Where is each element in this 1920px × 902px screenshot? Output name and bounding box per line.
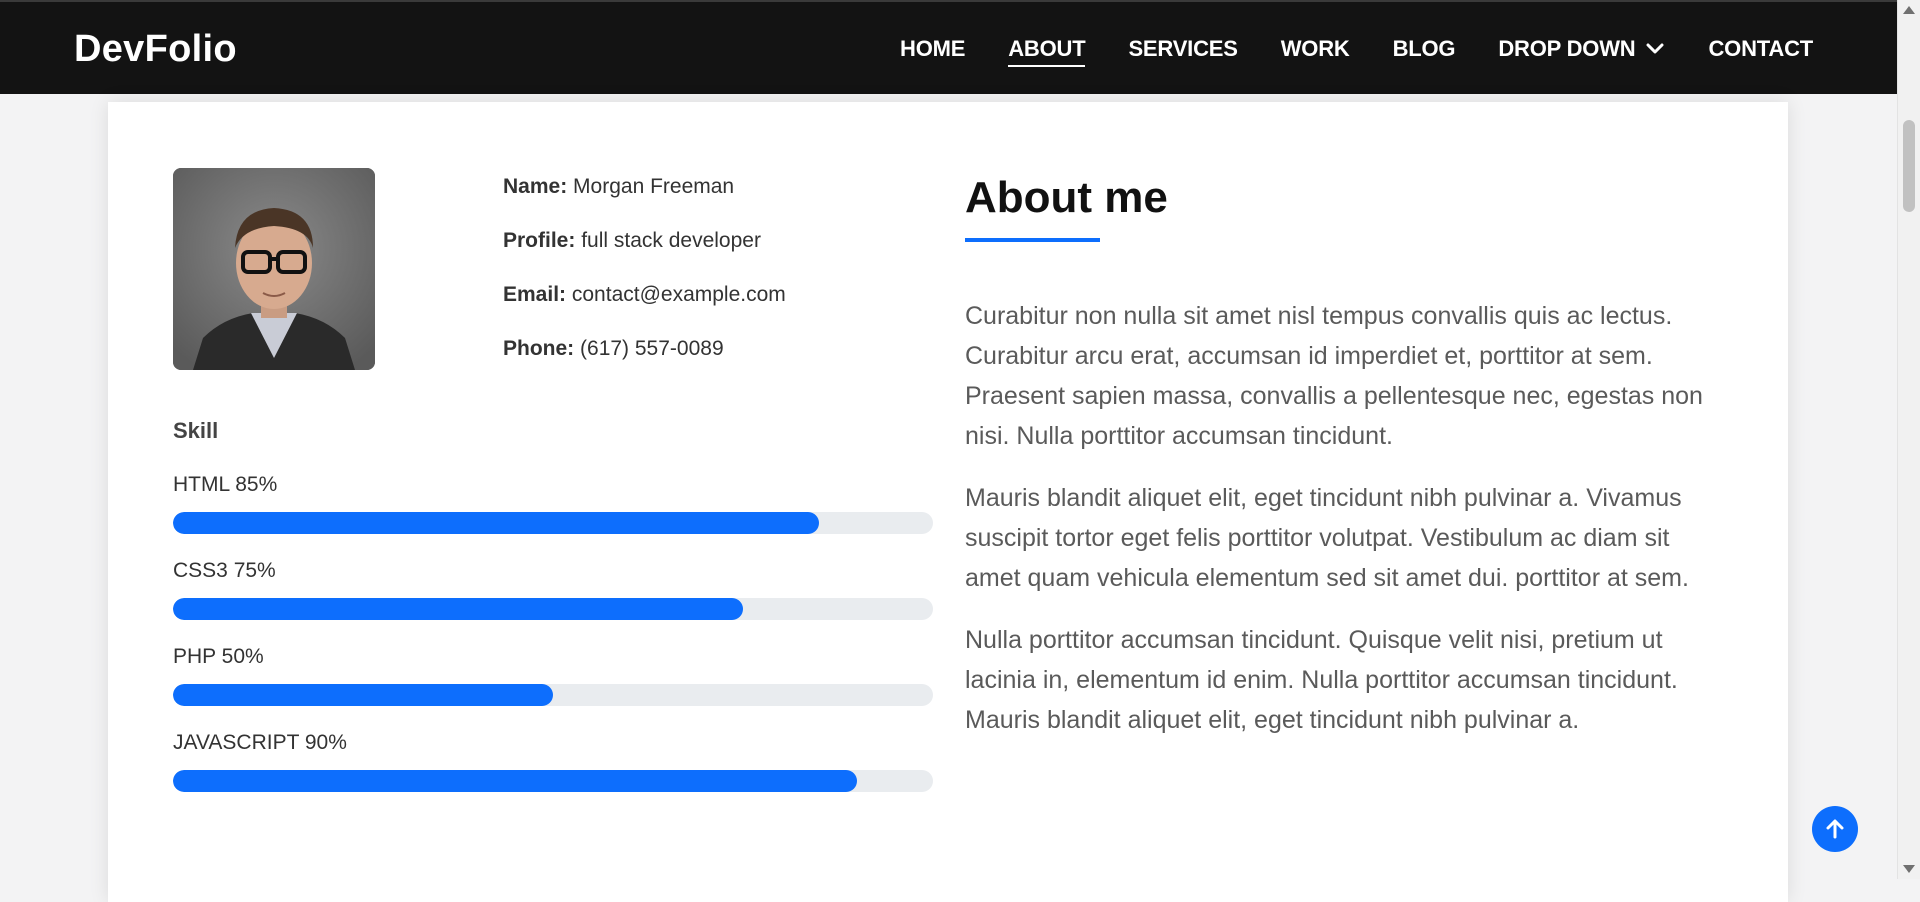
nav-item-contact[interactable]: CONTACT (1708, 36, 1813, 62)
nav-item-home[interactable]: HOME (900, 36, 965, 62)
skill-heading: Skill (173, 418, 219, 443)
skills-list: HTML 85% CSS3 75% PHP 50% JAVASCRIPT 90% (173, 472, 933, 816)
scroll-thumb[interactable] (1903, 120, 1915, 212)
arrow-up-icon (1826, 819, 1844, 839)
progress-fill (173, 512, 819, 534)
about-body: Curabitur non nulla sit amet nisl tempus… (965, 296, 1725, 740)
skill-item: PHP 50% (173, 644, 933, 730)
about-paragraph: Curabitur non nulla sit amet nisl tempus… (965, 302, 1703, 450)
skill-label: PHP 50% (173, 645, 264, 668)
about-card: Name: Morgan Freeman Profile: full stack… (108, 102, 1788, 902)
progress-bar (173, 598, 933, 620)
about-section: About me Curabitur non nulla sit amet ni… (965, 166, 1725, 762)
info-label: Profile: (503, 229, 576, 252)
profile-info: Name: Morgan Freeman Profile: full stack… (503, 172, 786, 388)
brand-logo[interactable]: DevFolio (74, 28, 237, 71)
chevron-down-icon (1646, 43, 1664, 54)
about-paragraph: Nulla porttitor accumsan tincidunt. Quis… (965, 626, 1678, 734)
info-value: contact@example.com (571, 283, 786, 306)
nav-menu: HOME ABOUT SERVICES WORK BLOG DROP DOWN … (900, 36, 1813, 67)
progress-fill (173, 770, 857, 792)
nav-item-label: SERVICES (1128, 36, 1238, 61)
back-to-top-button[interactable] (1812, 806, 1858, 852)
progress-bar (173, 512, 933, 534)
info-label: Phone: (503, 337, 575, 360)
info-value: full stack developer (581, 229, 761, 252)
skill-label: CSS3 75% (173, 559, 276, 582)
info-value: Morgan Freeman (573, 175, 735, 198)
progress-bar (173, 684, 933, 706)
nav-item-label: WORK (1280, 36, 1350, 61)
nav-item-about[interactable]: ABOUT (1008, 36, 1086, 67)
scroll-up-arrow[interactable] (1903, 6, 1915, 14)
nav-item-label: CONTACT (1708, 36, 1813, 61)
skill-item: CSS3 75% (173, 558, 933, 644)
avatar (173, 168, 375, 370)
skill-label: JAVASCRIPT 90% (173, 731, 347, 754)
about-title: About me (965, 173, 1168, 222)
title-underline (965, 238, 1100, 242)
person-photo (173, 168, 375, 370)
skill-item: HTML 85% (173, 472, 933, 558)
progress-fill (173, 684, 553, 706)
page-scrollbar[interactable] (1897, 0, 1920, 879)
nav-item-services[interactable]: SERVICES (1128, 36, 1237, 62)
nav-item-label: ABOUT (1008, 36, 1086, 61)
info-phone: Phone: (617) 557-0089 (503, 334, 786, 363)
info-value: (617) 557-0089 (580, 337, 724, 360)
info-label: Email: (503, 283, 567, 306)
nav-item-label: BLOG (1392, 36, 1456, 61)
about-paragraph: Mauris blandit aliquet elit, eget tincid… (965, 484, 1689, 592)
nav-item-blog[interactable]: BLOG (1393, 36, 1456, 62)
info-name: Name: Morgan Freeman (503, 172, 786, 201)
progress-fill (173, 598, 743, 620)
nav-item-work[interactable]: WORK (1281, 36, 1350, 62)
nav-item-dropdown[interactable]: DROP DOWN (1498, 36, 1665, 62)
nav-item-label: HOME (900, 36, 966, 61)
nav-item-label: DROP DOWN (1498, 36, 1636, 61)
skill-item: JAVASCRIPT 90% (173, 730, 933, 816)
top-navbar: DevFolio HOME ABOUT SERVICES WORK BLOG D… (0, 0, 1898, 94)
info-profile: Profile: full stack developer (503, 226, 786, 255)
info-label: Name: (503, 175, 568, 198)
progress-bar (173, 770, 933, 792)
skill-label: HTML 85% (173, 473, 278, 496)
info-email: Email: contact@example.com (503, 280, 786, 309)
scroll-down-arrow[interactable] (1903, 865, 1915, 873)
